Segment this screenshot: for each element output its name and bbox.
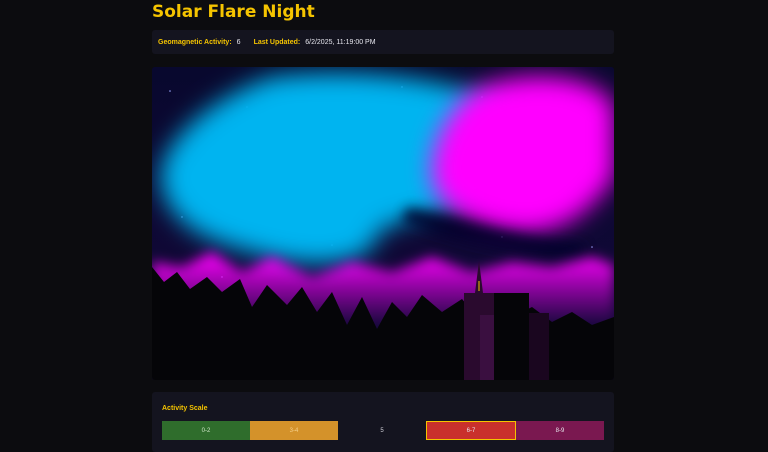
activity-value: 6 bbox=[236, 38, 241, 46]
updated-value: 6/2/2025, 11:19:00 PM bbox=[305, 38, 376, 46]
aurora-canvas bbox=[152, 67, 614, 380]
scale-segment-8-9: 8-9 bbox=[516, 421, 604, 440]
page-title: Solar Flare Night bbox=[152, 2, 315, 22]
aurora-scene bbox=[152, 67, 614, 380]
scale-title: Activity Scale bbox=[162, 405, 208, 412]
scale-segment-0-2: 0-2 bbox=[162, 421, 250, 440]
scale-row: 0-2 3-4 5 6-7 8-9 bbox=[162, 421, 604, 440]
scale-segment-5: 5 bbox=[380, 427, 384, 434]
scale-segment-3-4: 3-4 bbox=[250, 421, 338, 440]
activity-label: Geomagnetic Activity: bbox=[158, 38, 232, 46]
updated-label: Last Updated: bbox=[253, 38, 301, 46]
status-bar: Geomagnetic Activity: 6 Last Updated: 6/… bbox=[152, 30, 614, 54]
activity-scale-panel: Activity Scale 0-2 3-4 5 6-7 8-9 bbox=[152, 392, 614, 452]
scale-segment-6-7: 6-7 bbox=[426, 421, 516, 440]
